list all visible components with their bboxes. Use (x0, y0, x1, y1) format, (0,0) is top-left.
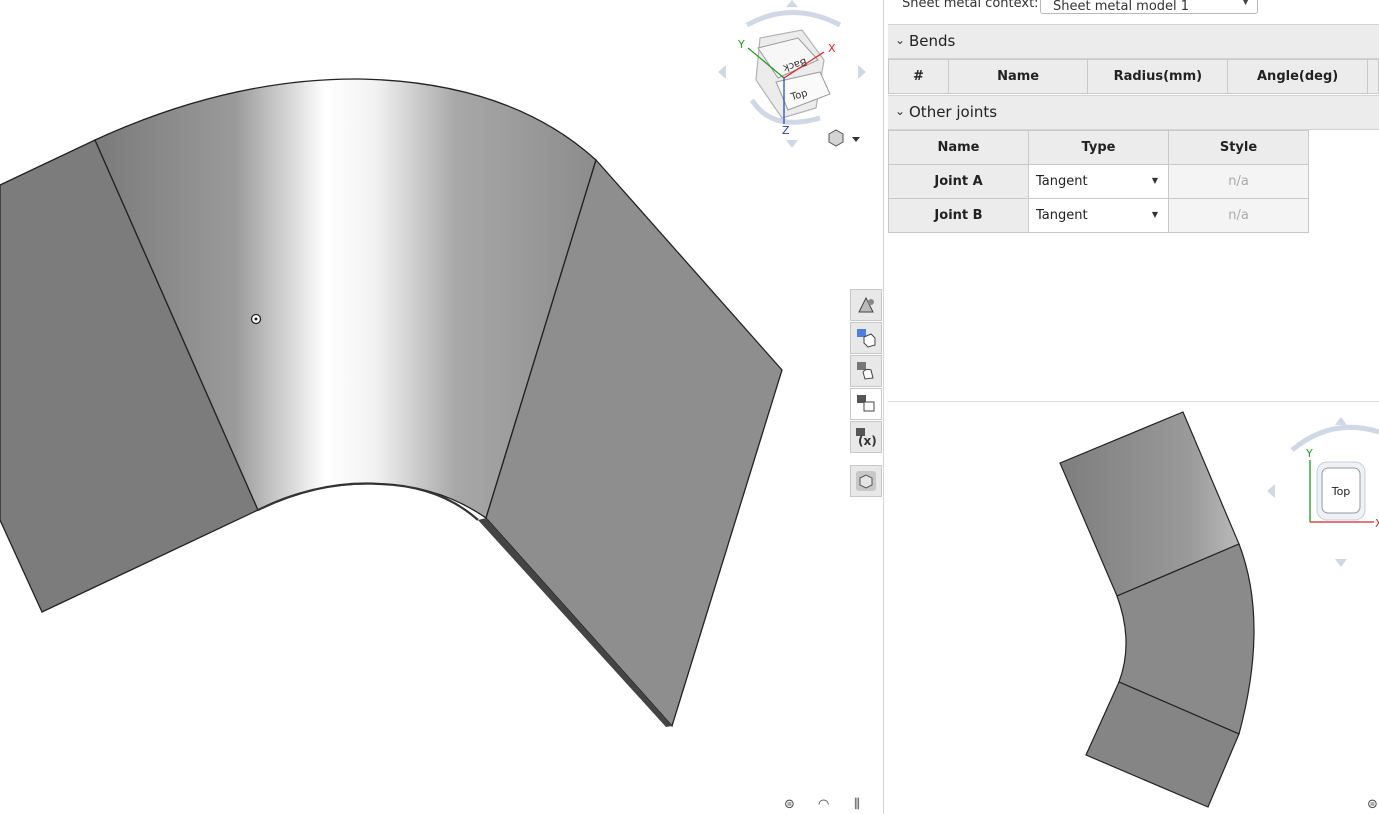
caret-down-icon: ▼ (1151, 210, 1158, 219)
joint-type-select[interactable]: Tangent ▼ (1028, 164, 1169, 199)
joint-style-cell: n/a (1168, 198, 1309, 233)
context-select[interactable]: Sheet metal model 1 ▼ (1040, 0, 1258, 14)
appearance-icon (858, 296, 874, 313)
rotate-right-arrow-icon[interactable] (858, 65, 866, 79)
appearance-tool-button[interactable] (850, 289, 882, 321)
col-header-joint-name[interactable]: Name (888, 130, 1029, 165)
joint-name-cell: Joint A (888, 164, 1029, 199)
rotate-left-arrow-icon[interactable] (1267, 484, 1275, 498)
flat-view-button[interactable] (850, 355, 882, 387)
measure-tool-icon[interactable]: ⊜ (784, 797, 795, 812)
view-options-button[interactable] (826, 128, 864, 148)
joint-type-value: Tangent (1036, 174, 1088, 189)
bends-section-header[interactable]: ⌄ Bends (888, 24, 1379, 59)
col-header-name[interactable]: Name (947, 59, 1089, 94)
view-cube-icon (856, 471, 876, 491)
col-header-angle[interactable]: Angle(deg) (1227, 59, 1368, 94)
variable-button[interactable]: (x) (850, 421, 882, 453)
svg-text:(x): (x) (858, 434, 877, 448)
view-cube-flat[interactable]: Top Y X (1262, 412, 1379, 572)
bends-header-row: # Name Radius(mm) Angle(deg) (888, 59, 1379, 94)
col-header-radius[interactable]: Radius(mm) (1087, 59, 1229, 94)
context-select-value: Sheet metal model 1 (1053, 0, 1190, 14)
caret-down-icon: ▼ (1151, 176, 1158, 185)
bends-table: # Name Radius(mm) Angle(deg) (888, 59, 1379, 94)
other-joints-title: Other joints (909, 103, 998, 121)
joints-header-row: Name Type Style (888, 130, 1309, 165)
flat-cube-top-label: Top (1331, 485, 1351, 498)
show-table-icon (857, 329, 876, 348)
col-header-style[interactable]: Style (1168, 130, 1309, 165)
joint-name-cell: Joint B (888, 198, 1029, 233)
bends-title: Bends (909, 32, 956, 50)
axis-x-label: X (828, 42, 836, 55)
chevron-down-icon: ⌄ (895, 33, 906, 47)
other-joints-table: Name Type Style Joint A Tangent ▼ n/a Jo… (888, 130, 1309, 233)
other-joints-section-header[interactable]: ⌄ Other joints (888, 95, 1379, 130)
joint-type-value: Tangent (1036, 208, 1088, 223)
flat-measure-icon[interactable]: ⊜ (1367, 797, 1378, 812)
flat-pattern-button[interactable] (850, 388, 882, 420)
chevron-down-icon (852, 137, 860, 142)
chevron-down-icon: ⌄ (895, 104, 906, 118)
table-row[interactable]: Joint B Tangent ▼ n/a (888, 198, 1309, 233)
joint-style-cell: n/a (1168, 164, 1309, 199)
flat-axis-y-label: Y (1305, 447, 1313, 460)
axis-z-label: Z (782, 124, 790, 137)
joint-type-select[interactable]: Tangent ▼ (1028, 198, 1169, 233)
table-row[interactable]: Joint A Tangent ▼ n/a (888, 164, 1309, 199)
col-header-type[interactable]: Type (1028, 130, 1169, 165)
flat-pattern-icon (857, 395, 875, 412)
show-table-button[interactable] (850, 322, 882, 354)
flat-view-icon (857, 362, 874, 380)
axis-y-label: Y (737, 38, 745, 51)
mass-properties-icon[interactable]: ⫼ (854, 797, 860, 812)
context-label: Sheet metal context: (902, 0, 1039, 11)
col-header-index[interactable]: # (888, 59, 949, 94)
view-cube-toggle-button[interactable] (850, 465, 882, 497)
col-header-extra (1367, 59, 1379, 94)
variable-icon: (x) (856, 428, 877, 448)
rotate-left-arrow-icon[interactable] (718, 65, 726, 79)
cube-icon (828, 129, 844, 147)
protractor-icon[interactable]: ◠ (818, 797, 829, 812)
caret-down-icon: ▼ (1242, 0, 1249, 7)
flat-axis-x-label: X (1375, 517, 1379, 530)
